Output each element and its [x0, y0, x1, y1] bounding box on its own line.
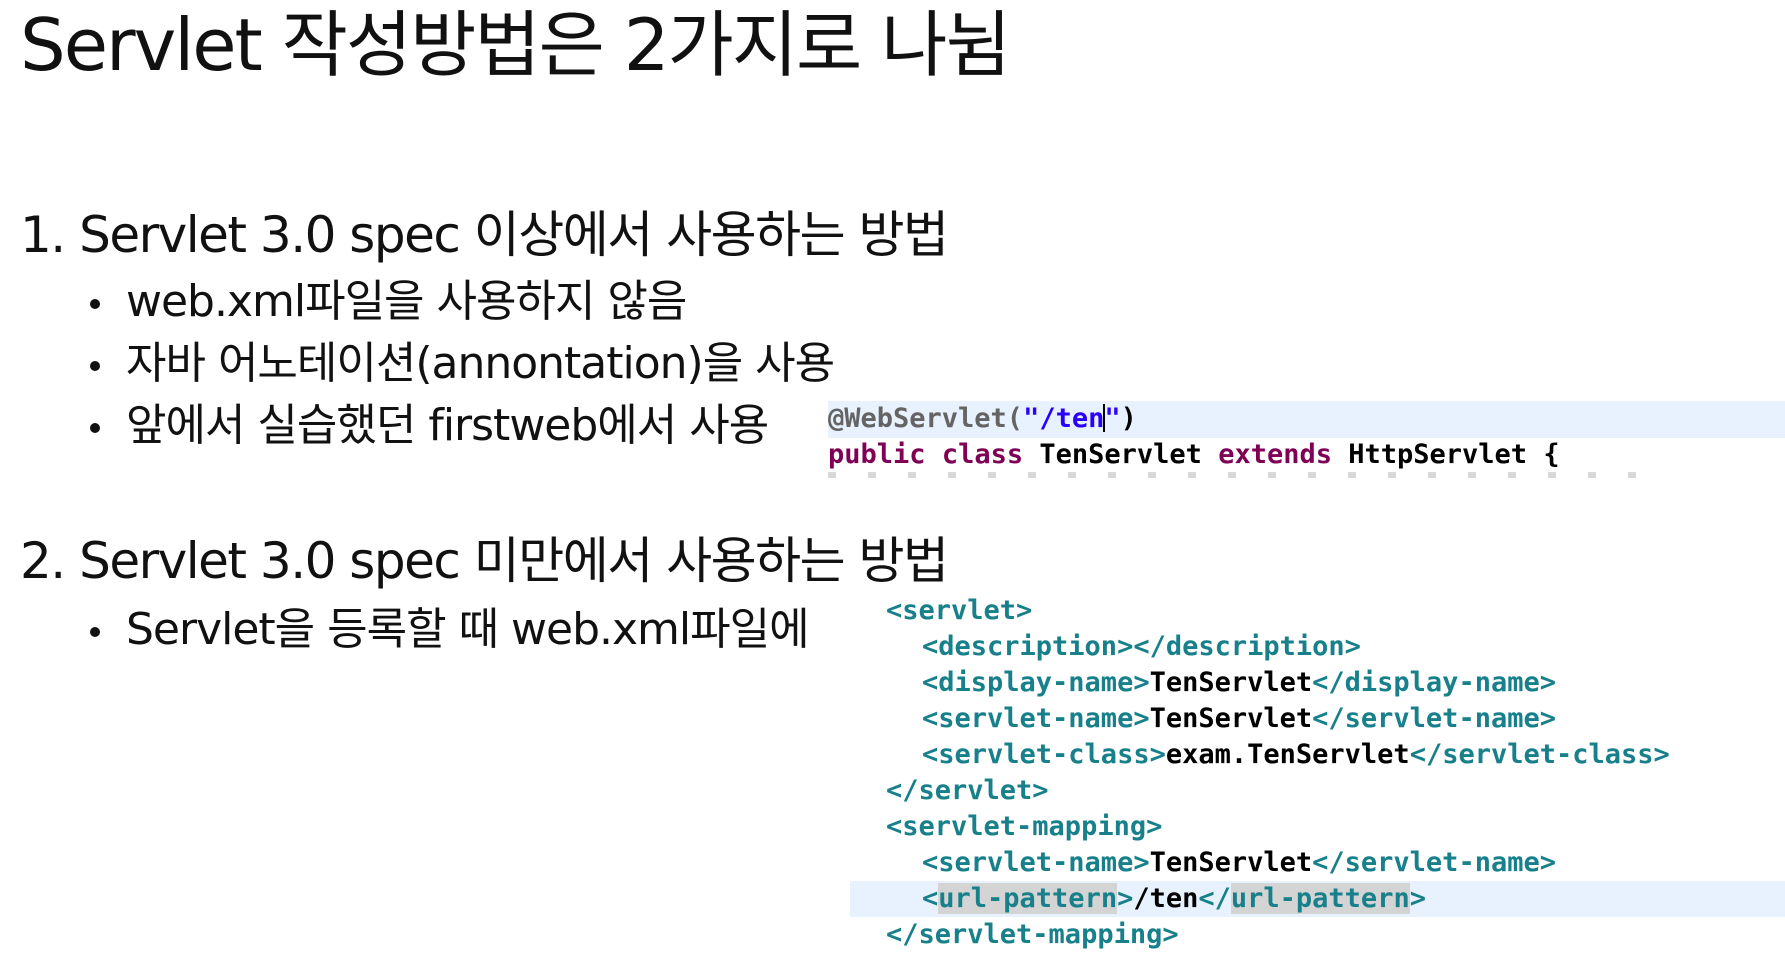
- annotation-close-paren: ): [1120, 403, 1137, 434]
- xml-line-servlet-class: <servlet-class>exam.TenServlet</servlet-…: [922, 737, 1670, 773]
- class-name: TenServlet: [1039, 439, 1202, 470]
- xml-tag: </servlet-class>: [1409, 739, 1670, 770]
- webservlet-annotation: @WebServlet(: [828, 403, 1024, 434]
- xml-tag: <servlet-name>: [922, 703, 1150, 734]
- section-1-bullet-3: 앞에서 실습했던 firstweb에서 사용: [90, 400, 769, 452]
- bullet-dot-icon: [90, 627, 100, 637]
- section-2-heading: 2. Servlet 3.0 spec 미만에서 사용하는 방법: [20, 532, 949, 590]
- section-1-heading: 1. Servlet 3.0 spec 이상에서 사용하는 방법: [20, 206, 949, 264]
- xml-tag: <: [922, 883, 939, 914]
- keyword-class: class: [941, 439, 1024, 470]
- bullet-text: Servlet을 등록할 때 web.xml파일에: [126, 604, 810, 655]
- xml-text: /ten: [1133, 883, 1199, 914]
- xml-line-description: <description></description>: [922, 629, 1361, 665]
- keyword-extends: extends: [1218, 439, 1332, 470]
- xml-tag-name-highlighted: url-pattern: [1230, 883, 1410, 914]
- xml-text: TenServlet: [1149, 847, 1313, 878]
- xml-text: TenServlet: [1149, 667, 1313, 698]
- super-class-name: HttpServlet: [1348, 439, 1528, 470]
- cropped-code-line: [828, 472, 1648, 478]
- xml-tag: </servlet-name>: [1312, 847, 1556, 878]
- xml-tag: <display-name>: [922, 667, 1150, 698]
- xml-tag: </servlet-mapping>: [886, 919, 1179, 950]
- bullet-text: 자바 어노테이션(annontation)을 사용: [126, 338, 835, 389]
- xml-tag: >: [1117, 883, 1134, 914]
- xml-line-display-name: <display-name>TenServlet</display-name>: [922, 665, 1556, 701]
- open-brace: {: [1543, 439, 1560, 470]
- xml-text: exam.TenServlet: [1165, 739, 1410, 770]
- xml-tag: <servlet-mapping>: [886, 811, 1163, 842]
- xml-line-mapping-open: <servlet-mapping>: [886, 809, 1162, 845]
- xml-tag: </: [1198, 883, 1231, 914]
- section-1-bullet-2: 자바 어노테이션(annontation)을 사용: [90, 338, 835, 390]
- bullet-text: web.xml파일을 사용하지 않음: [126, 276, 687, 327]
- xml-tag: </display-name>: [1312, 667, 1556, 698]
- slide-title: Servlet 작성방법은 2가지로 나뉨: [20, 3, 1012, 87]
- xml-tag: </servlet-name>: [1312, 703, 1556, 734]
- xml-tag: <description>: [922, 631, 1134, 662]
- xml-line-mapping-close: </servlet-mapping>: [886, 917, 1179, 953]
- xml-line-servlet-close: </servlet>: [886, 773, 1049, 809]
- xml-text: TenServlet: [1149, 703, 1313, 734]
- keyword-public: public: [828, 439, 926, 470]
- section-2-bullet-1: Servlet을 등록할 때 web.xml파일에: [90, 604, 810, 656]
- url-string-close: ": [1104, 403, 1121, 434]
- bullet-dot-icon: [90, 423, 100, 433]
- url-string: "/ten: [1023, 403, 1105, 434]
- xml-line-servlet-name: <servlet-name>TenServlet</servlet-name>: [922, 701, 1556, 737]
- xml-tag-name-highlighted: url-pattern: [938, 883, 1118, 914]
- bullet-dot-icon: [90, 361, 100, 371]
- xml-line-mapping-servlet-name: <servlet-name>TenServlet</servlet-name>: [922, 845, 1556, 881]
- xml-tag: >: [1409, 883, 1426, 914]
- xml-tag: </servlet>: [886, 775, 1049, 806]
- xml-tag: <servlet-name>: [922, 847, 1150, 878]
- xml-line-url-pattern: <url-pattern>/ten</url-pattern>: [922, 881, 1426, 917]
- xml-tag: </description>: [1133, 631, 1361, 662]
- xml-tag: <servlet-class>: [922, 739, 1166, 770]
- bullet-dot-icon: [90, 299, 100, 309]
- xml-line-servlet-open: <servlet>: [886, 593, 1032, 629]
- java-class-declaration-line: public class TenServlet extends HttpServ…: [828, 437, 1560, 473]
- bullet-text: 앞에서 실습했던 firstweb에서 사용: [126, 400, 769, 451]
- java-annotation-line: @WebServlet("/ten"): [828, 401, 1137, 437]
- section-1-bullet-1: web.xml파일을 사용하지 않음: [90, 276, 687, 328]
- xml-tag: <servlet>: [886, 595, 1033, 626]
